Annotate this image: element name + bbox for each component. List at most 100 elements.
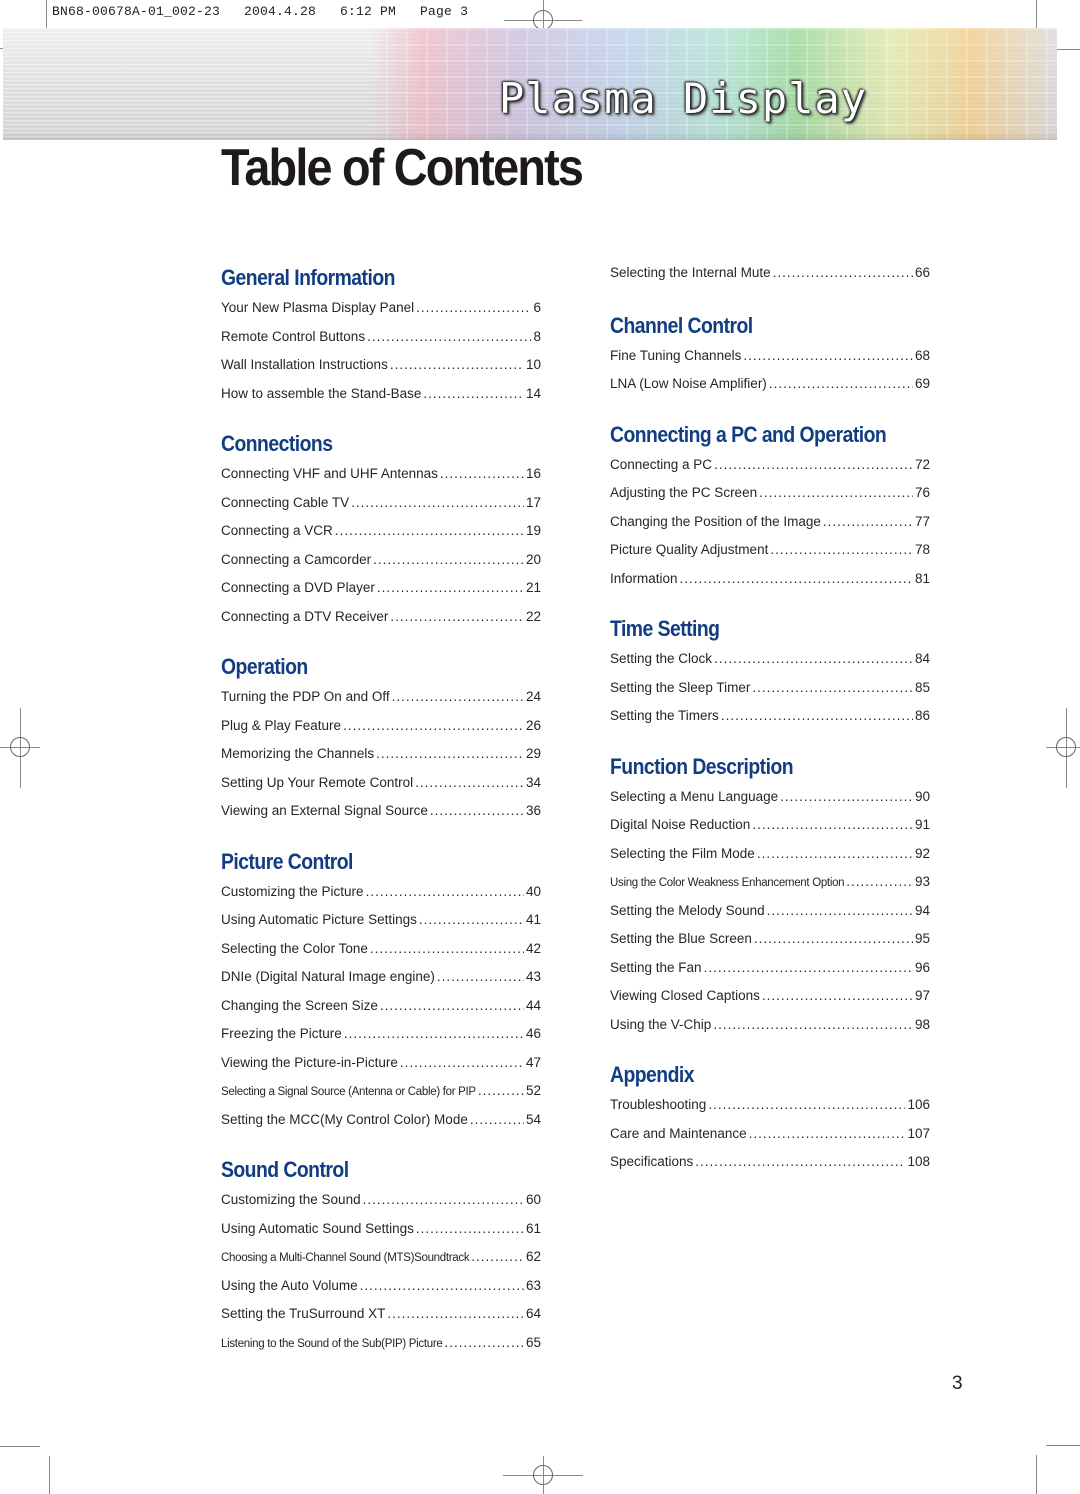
toc-entry[interactable]: LNA (Low Noise Amplifier) 69 [610, 370, 930, 399]
section-heading[interactable]: Function Description [610, 751, 892, 783]
toc-entry[interactable]: Using the V-Chip 98 [610, 1011, 930, 1040]
toc-entry[interactable]: Using the Auto Volume 63 [221, 1272, 541, 1301]
dot-leader [762, 982, 913, 1011]
toc-entry-label: LNA (Low Noise Amplifier) [610, 376, 767, 391]
toc-entry[interactable]: Choosing a Multi-Channel Sound (MTS)Soun… [221, 1243, 541, 1272]
toc-entry[interactable]: Changing the Position of the Image 77 [610, 508, 930, 537]
toc-entry-page: 98 [914, 1016, 930, 1032]
toc-entry[interactable]: Setting the Sleep Timer 85 [610, 674, 930, 703]
toc-entry[interactable]: Selecting the Color Tone 42 [221, 935, 541, 964]
toc-entry-label: Connecting a PC [610, 456, 713, 472]
dot-leader [351, 489, 524, 518]
toc-entry[interactable]: Setting the Melody Sound 94 [610, 897, 930, 926]
toc-entry[interactable]: Setting the Fan 96 [610, 954, 930, 983]
toc-entry-label: Selecting the Internal Mute [610, 265, 771, 280]
toc-entry-label: Memorizing the Channels [221, 746, 375, 761]
toc-entry-label: Wall Installation Instructions [221, 357, 388, 372]
toc-entry[interactable]: Picture Quality Adjustment 78 [610, 536, 930, 565]
toc-entry[interactable]: DNIe (Digital Natural Image engine) 43 [221, 963, 541, 992]
toc-entry[interactable]: Using Automatic Picture Settings 41 [221, 906, 541, 935]
toc-entry-page: 36 [525, 803, 541, 818]
toc-entry-label: Plug & Play Feature [221, 717, 342, 733]
toc-entry-page: 94 [914, 902, 930, 918]
toc-entry[interactable]: Customizing the Picture 40 [221, 878, 541, 907]
section-heading[interactable]: Appendix [610, 1059, 892, 1091]
toc-entry-page: 20 [525, 551, 541, 567]
toc-entry[interactable]: Listening to the Sound of the Sub(PIP) P… [221, 1329, 541, 1358]
toc-entry[interactable]: Setting the Timers 86 [610, 702, 930, 731]
toc-entry[interactable]: Selecting the Internal Mute 66 [610, 259, 930, 288]
toc-entry[interactable]: Selecting a Signal Source (Antenna or Ca… [221, 1077, 541, 1106]
dot-leader [752, 811, 913, 840]
section-heading[interactable]: Time Setting [610, 613, 892, 645]
toc-entry[interactable]: How to assemble the Stand-Base 14 [221, 380, 541, 409]
toc-entry-page: 63 [525, 1277, 541, 1293]
toc-entry[interactable]: Wall Installation Instructions 10 [221, 351, 541, 380]
toc-entry[interactable]: Troubleshooting 106 [610, 1091, 930, 1120]
toc-entry[interactable]: Setting the Blue Screen 95 [610, 925, 930, 954]
toc-entry[interactable]: Memorizing the Channels 29 [221, 740, 541, 769]
dot-leader [713, 1011, 913, 1040]
dot-leader [440, 460, 524, 489]
toc-entry-label: DNIe (Digital Natural Image engine) [221, 969, 435, 984]
toc-entry[interactable]: Information 81 [610, 565, 930, 594]
toc-entry[interactable]: Connecting VHF and UHF Antennas 16 [221, 460, 541, 489]
toc-section: General Information Your New Plasma Displ… [221, 262, 541, 408]
dot-leader [749, 1120, 906, 1149]
toc-entry[interactable]: Connecting a DVD Player 21 [221, 574, 541, 603]
toc-entry[interactable]: Your New Plasma Display Panel 6 [221, 294, 541, 323]
toc-entry[interactable]: Connecting Cable TV 17 [221, 489, 541, 518]
toc-entry[interactable]: Using the Color Weakness Enhancement Opt… [610, 868, 930, 897]
toc-entry[interactable]: Connecting a PC 72 [610, 451, 930, 480]
toc-entry[interactable]: Setting the MCC(My Control Color) Mode 54 [221, 1106, 541, 1135]
section-heading[interactable]: Picture Control [221, 846, 503, 878]
toc-entry[interactable]: Specifications 108 [610, 1148, 930, 1177]
toc-entry[interactable]: Changing the Screen Size 44 [221, 992, 541, 1021]
section-heading[interactable]: Operation [221, 651, 503, 683]
toc-entry[interactable]: Connecting a Camcorder 20 [221, 546, 541, 575]
toc-entry[interactable]: Selecting the Film Mode 92 [610, 840, 930, 869]
toc-entry[interactable]: Connecting a VCR 19 [221, 517, 541, 546]
section-heading[interactable]: Channel Control [610, 310, 892, 342]
toc-entry[interactable]: Setting the TruSurround XT 64 [221, 1300, 541, 1329]
dot-leader [773, 259, 913, 288]
toc-entry-page: 47 [525, 1054, 541, 1070]
toc-entry-label: Viewing the Picture-in-Picture [221, 1054, 398, 1070]
toc-entry[interactable]: Using Automatic Sound Settings 61 [221, 1215, 541, 1244]
section-heading[interactable]: Connecting a PC and Operation [610, 419, 892, 451]
toc-entry[interactable]: Setting Up Your Remote Control 34 [221, 769, 541, 798]
toc-entry[interactable]: Adjusting the PC Screen 76 [610, 479, 930, 508]
header-banner: Plasma Display [3, 28, 1057, 140]
toc-entry[interactable]: Viewing the Picture-in-Picture 47 [221, 1049, 541, 1078]
toc-entry-page: 77 [914, 513, 930, 529]
toc-entry-label: Setting the Timers [610, 708, 719, 723]
toc-entry[interactable]: Care and Maintenance 107 [610, 1120, 930, 1149]
dot-leader [437, 963, 524, 992]
toc-entry-page: 90 [914, 788, 930, 804]
toc-entry[interactable]: Connecting a DTV Receiver 22 [221, 603, 541, 632]
toc-entry[interactable]: Fine Tuning Channels 68 [610, 342, 930, 371]
toc-entry[interactable]: Selecting a Menu Language 90 [610, 783, 930, 812]
toc-entry-label: Picture Quality Adjustment [610, 542, 769, 557]
toc-entry-label: Selecting the Film Mode [610, 845, 755, 861]
dot-leader [444, 1329, 524, 1358]
toc-section: Function Description Selecting a Menu Lan… [610, 751, 930, 1040]
toc-entry[interactable]: Turning the PDP On and Off 24 [221, 683, 541, 712]
toc-entry[interactable]: Viewing Closed Captions 97 [610, 982, 930, 1011]
dot-leader [376, 740, 524, 769]
toc-entry[interactable]: Digital Noise Reduction 91 [610, 811, 930, 840]
toc-entry-label: Remote Control Buttons [221, 328, 366, 344]
section-heading[interactable]: Sound Control [221, 1154, 503, 1186]
toc-entry[interactable]: Plug & Play Feature 26 [221, 712, 541, 741]
section-heading[interactable]: General Information [221, 262, 503, 294]
toc-entry[interactable]: Customizing the Sound 60 [221, 1186, 541, 1215]
toc-entry[interactable]: Freezing the Picture 46 [221, 1020, 541, 1049]
dot-leader [714, 645, 913, 674]
toc-entry[interactable]: Setting the Clock 84 [610, 645, 930, 674]
toc-entry[interactable]: Viewing an External Signal Source 36 [221, 797, 541, 826]
toc-entry-page: 107 [907, 1125, 930, 1141]
toc-entry[interactable]: Remote Control Buttons 8 [221, 323, 541, 352]
section-heading[interactable]: Connections [221, 428, 503, 460]
toc-entry-label: Freezing the Picture [221, 1026, 342, 1041]
dot-leader [704, 954, 913, 983]
